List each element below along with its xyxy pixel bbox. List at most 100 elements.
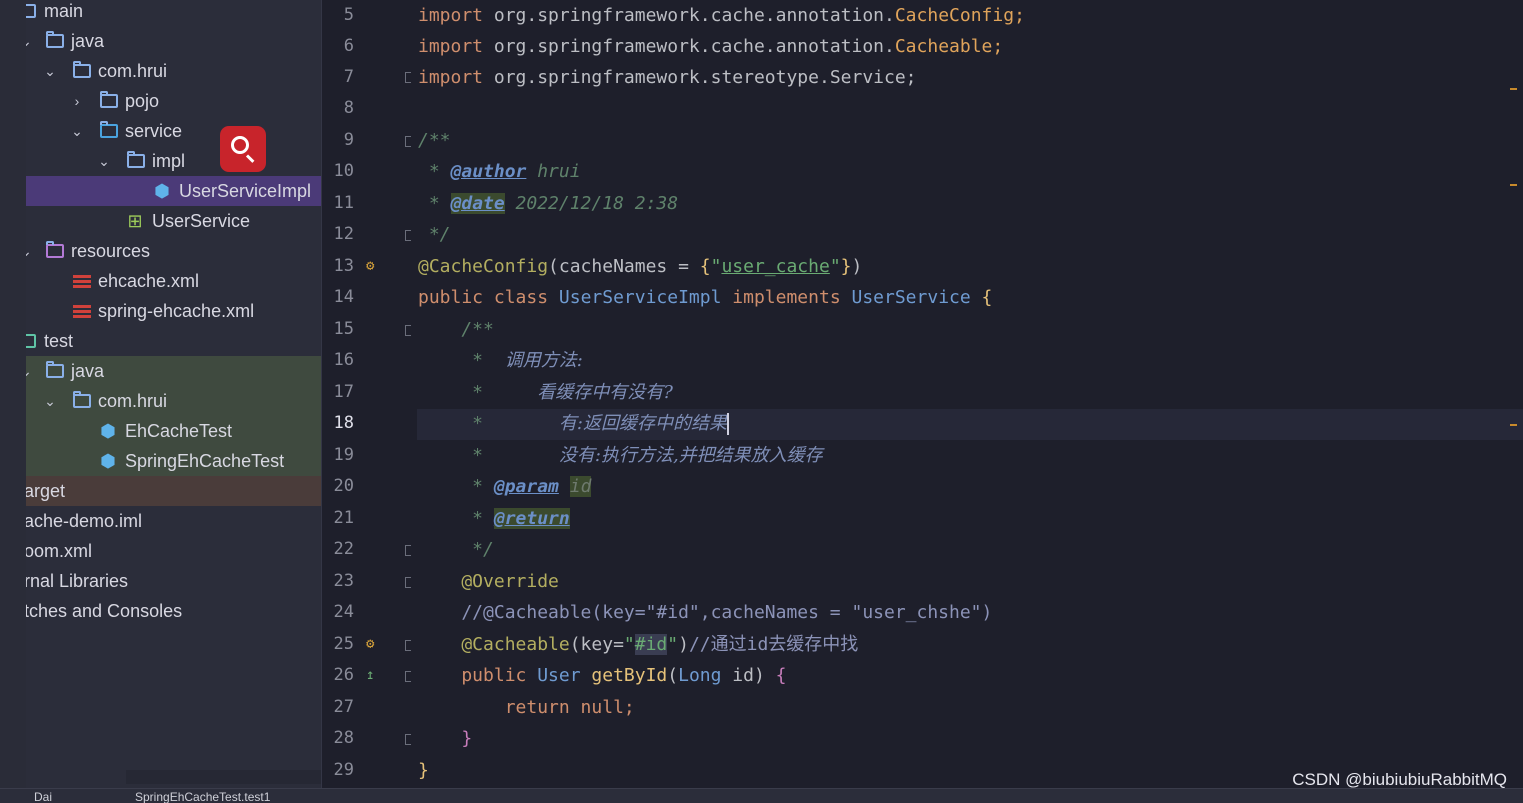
status-run-config[interactable]: SpringEhCacheTest.test1	[135, 790, 270, 803]
tree-item-java[interactable]: ⌄ java	[26, 26, 321, 56]
warning-marker[interactable]	[1510, 184, 1517, 186]
line-number: 7	[343, 67, 354, 87]
override-icon[interactable]: ↥	[366, 667, 374, 683]
line-number: 8	[343, 98, 354, 118]
tree-item-test-com-hrui[interactable]: ⌄ com.hrui	[26, 386, 321, 416]
folder-icon	[46, 31, 64, 48]
tree-item-scratches[interactable]: tches and Consoles	[26, 596, 321, 626]
code-line-11: * @date 2022/12/18 2:38	[418, 193, 679, 214]
chevron-down-icon[interactable]: ⌄	[69, 116, 85, 146]
tree-item-label: com.hrui	[98, 61, 168, 81]
tree-item-spring-ehcache-xml[interactable]: spring-ehcache.xml	[26, 296, 321, 326]
tree-item-label: EhCacheTest	[125, 421, 233, 441]
bean-icon[interactable]: ⚙	[366, 258, 374, 274]
code-line-25: @Cacheable(key="#id")//通过id去缓存中找	[418, 634, 859, 655]
status-left[interactable]: Dai	[34, 790, 52, 803]
tree-item-userservice[interactable]: ⊞ UserService	[26, 206, 321, 236]
tree-item-pom[interactable]: oom.xml	[26, 536, 321, 566]
warning-marker[interactable]	[1510, 88, 1517, 90]
tree-item-pojo[interactable]: › pojo	[26, 86, 321, 116]
tree-item-test-java[interactable]: ⌄ java	[26, 356, 321, 386]
chevron-down-icon[interactable]: ⌄	[26, 356, 34, 386]
xml-file-icon	[73, 305, 91, 318]
code-line-27: return null;	[418, 697, 635, 718]
line-number: 9	[343, 130, 354, 150]
tree-item-impl[interactable]: ⌄ impl	[26, 146, 321, 176]
code-line-29: }	[418, 760, 429, 781]
tree-item-springehcachetest[interactable]: ⬢ SpringEhCacheTest	[26, 446, 321, 476]
code-editor[interactable]: import org.springframework.cache.annotat…	[411, 0, 1523, 788]
tree-item-label: main	[44, 1, 84, 21]
chevron-down-icon[interactable]: ⌄	[26, 236, 34, 266]
code-line-13: @CacheConfig(cacheNames = {"user_cache"}…	[418, 256, 863, 277]
tree-item-label: spring-ehcache.xml	[98, 301, 255, 321]
line-number: 23	[333, 571, 354, 591]
tree-item-ehcachetest[interactable]: ⬢ EhCacheTest	[26, 416, 321, 446]
chevron-down-icon[interactable]: ⌄	[96, 146, 112, 176]
line-number: 22	[333, 539, 354, 559]
tree-item-label: java	[71, 361, 105, 381]
package-icon	[73, 61, 91, 78]
resources-folder-icon	[46, 241, 64, 258]
package-icon	[73, 391, 91, 408]
bean-icon[interactable]: ⚙	[366, 636, 374, 652]
code-line-6: import org.springframework.cache.annotat…	[418, 36, 1004, 57]
code-line-7: import org.springframework.stereotype.Se…	[418, 67, 917, 88]
tree-item-main[interactable]: main	[26, 0, 321, 26]
tree-item-label: arget	[26, 481, 66, 501]
tree-item-label: com.hrui	[98, 391, 168, 411]
tree-item-iml[interactable]: ache-demo.iml	[26, 506, 321, 536]
tree-item-external-libraries[interactable]: rnal Libraries	[26, 566, 321, 596]
code-line-26: public User getById(Long id) {	[418, 665, 787, 686]
code-line-18: * 有:返回缓存中的结果	[418, 413, 727, 434]
package-icon	[127, 151, 145, 168]
tree-item-com-hrui[interactable]: ⌄ com.hrui	[26, 56, 321, 86]
line-number: 24	[333, 602, 354, 622]
line-number: 29	[333, 760, 354, 780]
code-line-5: import org.springframework.cache.annotat…	[418, 5, 1025, 26]
code-line-9: /**	[418, 130, 451, 151]
java-class-icon: ⬢	[154, 181, 170, 201]
tree-item-label: oom.xml	[26, 541, 93, 561]
code-line-14: public class UserServiceImpl implements …	[418, 287, 993, 308]
project-tree: main ⌄ java ⌄ com.hrui › pojo ⌄ service …	[26, 0, 321, 788]
editor-gutter: 5 6 7 8 9 10 11 12 13 14 15 16 17 18 19 …	[321, 0, 415, 788]
package-icon	[100, 91, 118, 108]
tree-item-resources[interactable]: ⌄ resources	[26, 236, 321, 266]
line-number: 28	[333, 728, 354, 748]
tree-item-service[interactable]: ⌄ service	[26, 116, 321, 146]
folder-icon	[26, 4, 36, 18]
line-number: 10	[333, 161, 354, 181]
chevron-down-icon[interactable]: ⌄	[26, 26, 34, 56]
search-icon[interactable]	[220, 126, 266, 172]
tree-item-userserviceimpl[interactable]: ⬢ UserServiceImpl	[26, 176, 321, 206]
line-number: 5	[343, 5, 354, 25]
horizontal-scrollbar[interactable]	[126, 770, 321, 784]
code-line-19: * 没有:执行方法,并把结果放入缓存	[418, 445, 823, 466]
chevron-down-icon[interactable]: ⌄	[42, 386, 58, 416]
tree-item-label: UserServiceImpl	[179, 181, 312, 201]
tree-item-target[interactable]: arget	[26, 476, 321, 506]
line-number: 6	[343, 36, 354, 56]
code-line-16: * 调用方法:	[418, 350, 583, 371]
tree-item-label: test	[44, 331, 74, 351]
tree-item-label: service	[125, 121, 183, 141]
chevron-right-icon[interactable]: ›	[69, 86, 85, 116]
chevron-down-icon[interactable]: ⌄	[42, 56, 58, 86]
tree-item-test[interactable]: test	[26, 326, 321, 356]
text-caret	[727, 413, 729, 435]
line-number: 13	[333, 256, 354, 276]
line-number: 21	[333, 508, 354, 528]
interface-icon: ⊞	[127, 211, 143, 231]
code-line-24: //@Cacheable(key="#id",cacheNames = "use…	[418, 602, 993, 623]
tree-item-label: ehcache.xml	[98, 271, 200, 291]
tree-item-label: java	[71, 31, 105, 51]
tree-item-ehcache-xml[interactable]: ehcache.xml	[26, 266, 321, 296]
status-bar: Dai SpringEhCacheTest.test1	[0, 788, 1523, 803]
code-line-28: }	[418, 728, 473, 749]
tree-item-label: SpringEhCacheTest	[125, 451, 285, 471]
line-number: 27	[333, 697, 354, 717]
test-folder-icon	[26, 334, 36, 348]
warning-marker[interactable]	[1510, 424, 1517, 426]
java-class-icon: ⬢	[100, 451, 116, 471]
